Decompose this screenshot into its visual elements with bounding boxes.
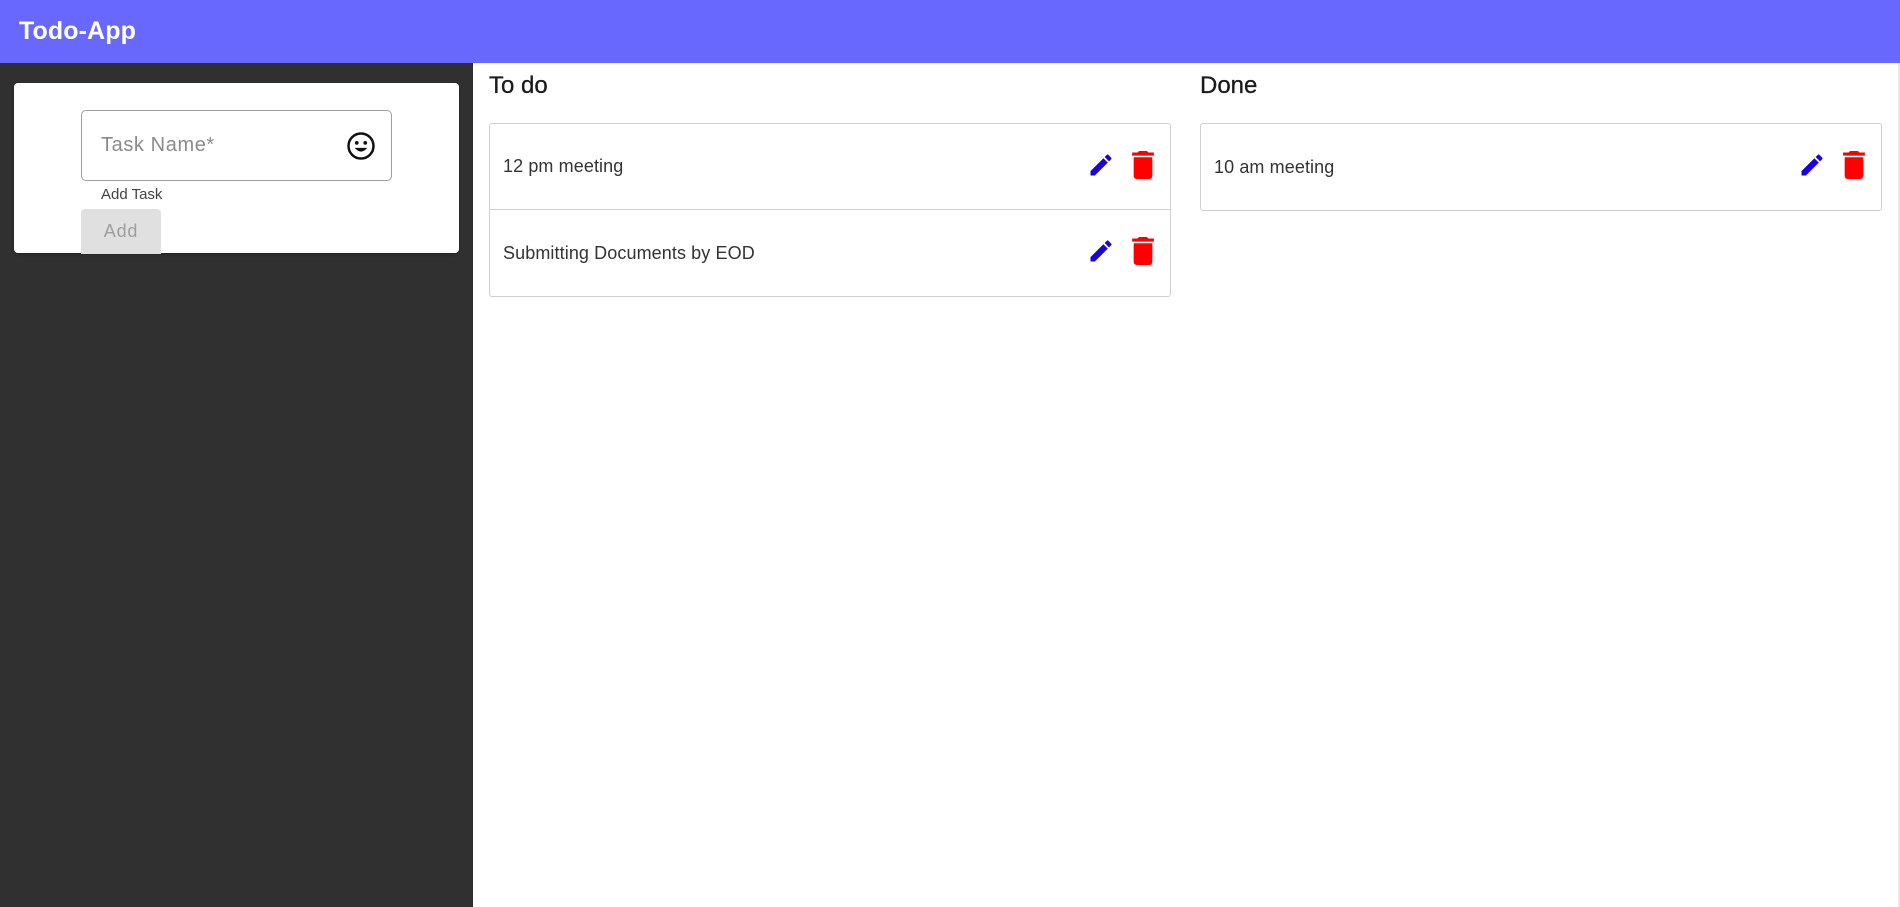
list-item: 10 am meeting	[1201, 124, 1881, 210]
add-task-helper-text: Add Task	[101, 186, 163, 203]
pencil-icon[interactable]	[1087, 151, 1115, 179]
done-column: Done 10 am meeting	[1200, 63, 1882, 211]
emoji-smile-icon[interactable]	[346, 131, 376, 161]
list-item: Submitting Documents by EOD	[490, 210, 1170, 296]
trash-icon[interactable]	[1131, 151, 1155, 179]
sidebar: Add Task Add	[0, 63, 473, 907]
task-text: Submitting Documents by EOD	[503, 242, 755, 263]
app-title: Todo-App	[19, 17, 136, 45]
task-name-input[interactable]	[101, 134, 331, 157]
add-task-card: Add Task Add	[14, 83, 459, 254]
pencil-icon[interactable]	[1798, 151, 1826, 179]
trash-icon[interactable]	[1131, 237, 1155, 265]
task-name-field[interactable]	[81, 110, 392, 181]
task-text: 10 am meeting	[1214, 156, 1335, 177]
pencil-icon[interactable]	[1087, 237, 1115, 265]
trash-icon[interactable]	[1842, 151, 1866, 179]
main-content: To do 12 pm meeting Submitting Documents…	[473, 63, 1900, 907]
list-item: 12 pm meeting	[490, 124, 1170, 210]
add-button[interactable]: Add	[81, 209, 161, 254]
todo-column: To do 12 pm meeting Submitting Documents…	[489, 63, 1171, 297]
task-text: 12 pm meeting	[503, 156, 624, 176]
todo-column-title: To do	[489, 72, 548, 99]
done-list: 10 am meeting	[1200, 123, 1882, 211]
app-bar: Todo-App	[0, 0, 1900, 63]
todo-list: 12 pm meeting Submitting Documents by EO…	[489, 123, 1171, 297]
done-column-title: Done	[1200, 72, 1258, 99]
